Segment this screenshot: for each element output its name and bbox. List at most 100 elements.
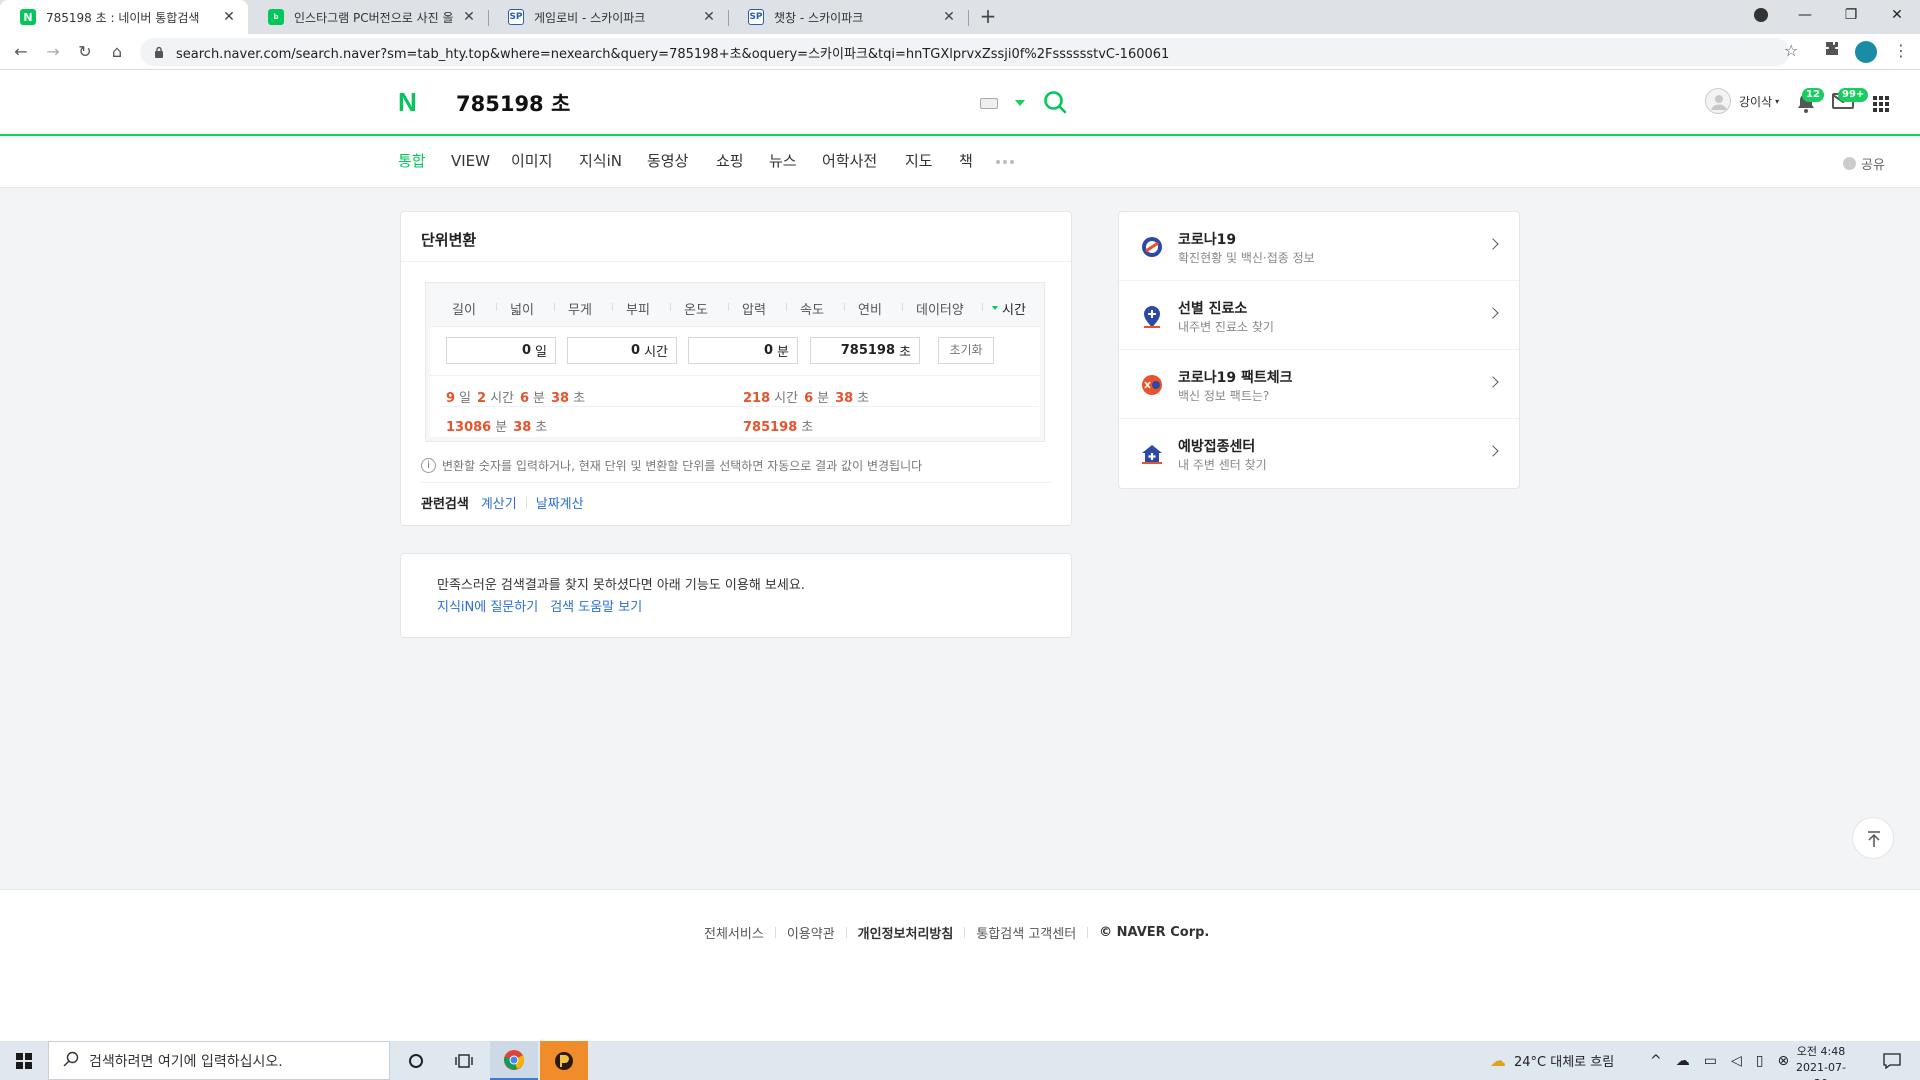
notification-center-icon[interactable] bbox=[1868, 1041, 1916, 1080]
unit-tab-area[interactable]: 넓이 bbox=[510, 299, 534, 318]
more-tabs-icon[interactable] bbox=[996, 160, 1014, 164]
back-to-top-button[interactable] bbox=[1852, 817, 1894, 859]
footer-support-link[interactable]: 통합검색 고객센터 bbox=[976, 923, 1076, 942]
close-tab-icon[interactable]: ✕ bbox=[460, 9, 478, 25]
tab-search-icon[interactable] bbox=[1738, 0, 1784, 30]
footer-all-services-link[interactable]: 전체서비스 bbox=[704, 923, 764, 942]
browser-profile-avatar[interactable] bbox=[1855, 41, 1877, 63]
keyboard-icon[interactable] bbox=[980, 98, 998, 109]
unit-tab-volume[interactable]: 부피 bbox=[626, 299, 650, 318]
forward-arrow-icon[interactable]: → bbox=[42, 41, 64, 63]
taskbar-clock[interactable]: 오전 4:48 2021-07-20 bbox=[1790, 1044, 1852, 1080]
onedrive-icon[interactable]: ☁ bbox=[1676, 1053, 1690, 1069]
reset-button[interactable]: 초기화 bbox=[938, 337, 994, 364]
tab-shopping[interactable]: 쇼핑 bbox=[716, 138, 744, 188]
chrome-taskbar-icon[interactable] bbox=[490, 1041, 538, 1080]
side-item-subtitle: 내 주변 센터 찾기 bbox=[1178, 458, 1267, 472]
new-tab-button[interactable]: + bbox=[976, 5, 1000, 29]
related-date-calc-link[interactable]: 날짜계산 bbox=[536, 493, 584, 512]
footer-terms-link[interactable]: 이용약관 bbox=[787, 923, 835, 942]
chevron-right-icon bbox=[1487, 238, 1499, 250]
autocomplete-toggle-icon[interactable] bbox=[1015, 100, 1025, 106]
hours-unit: 시간 bbox=[644, 345, 668, 360]
related-calculator-link[interactable]: 계산기 bbox=[481, 493, 517, 512]
user-menu[interactable]: 강이삭 ▾ bbox=[1705, 88, 1779, 114]
unit-tab-temperature[interactable]: 온도 bbox=[684, 299, 708, 318]
close-window-icon[interactable]: ✕ bbox=[1874, 0, 1920, 30]
clock-date: 2021-07-20 bbox=[1796, 1061, 1846, 1080]
weather-widget[interactable]: ☁ 24°C 대체로 흐림 bbox=[1490, 1041, 1614, 1080]
tab-map[interactable]: 지도 bbox=[905, 138, 933, 188]
address-bar[interactable]: search.naver.com/search.naver?sm=tab_hty… bbox=[140, 38, 1790, 66]
bookmark-star-icon[interactable]: ☆ bbox=[1784, 41, 1798, 60]
search-icon[interactable] bbox=[1043, 90, 1067, 114]
game-app-taskbar-icon[interactable] bbox=[540, 1041, 588, 1080]
tab-images[interactable]: 이미지 bbox=[511, 138, 552, 188]
converter-box: 길이 넓이 무게 부피 온도 압력 속도 연비 데이터양 시간 0 일 0 시간… bbox=[425, 282, 1045, 442]
network-icon[interactable]: ▭ bbox=[1704, 1053, 1717, 1069]
extensions-puzzle-icon[interactable] bbox=[1824, 41, 1840, 61]
unit-tab-pressure[interactable]: 압력 bbox=[742, 299, 766, 318]
clinic-pin-icon bbox=[1141, 305, 1163, 328]
unit-tab-length[interactable]: 길이 bbox=[452, 299, 476, 318]
unit-tab-data[interactable]: 데이터양 bbox=[916, 299, 964, 318]
search-help-link[interactable]: 검색 도움말 보기 bbox=[550, 596, 642, 615]
taskbar-search-box[interactable]: 검색하려면 여기에 입력하십시오. bbox=[48, 1041, 390, 1080]
browser-tab-game-lobby[interactable]: SP 게임로비 - 스카이파크 ✕ bbox=[488, 0, 728, 34]
browser-tab-chat[interactable]: SP 챗창 - 스카이파크 ✕ bbox=[728, 0, 968, 34]
unit-tab-fuel-efficiency[interactable]: 연비 bbox=[858, 299, 882, 318]
tab-news[interactable]: 뉴스 bbox=[769, 138, 797, 188]
side-item-subtitle: 백신 정보 팩트는? bbox=[1178, 389, 1270, 403]
chevron-right-icon bbox=[1487, 307, 1499, 319]
tab-view[interactable]: VIEW bbox=[451, 138, 490, 188]
unit-tab-time[interactable]: 시간 bbox=[992, 299, 1026, 318]
hours-input[interactable]: 0 시간 bbox=[567, 337, 677, 364]
tab-integrated[interactable]: 통합 bbox=[398, 138, 426, 188]
unit-divider bbox=[496, 303, 497, 311]
tab-knowledge-in[interactable]: 지식iN bbox=[579, 138, 622, 188]
result-num: 13086 bbox=[446, 420, 492, 435]
tab-title: 챗창 - 스카이파크 bbox=[774, 10, 864, 25]
naver-logo[interactable]: N bbox=[398, 89, 422, 115]
tab-books[interactable]: 책 bbox=[959, 138, 973, 188]
footer-privacy-link[interactable]: 개인정보처리방침 bbox=[858, 923, 954, 942]
system-tray: ^ ☁ ▭ ◁ ▯ ⊗ bbox=[1650, 1041, 1789, 1080]
browser-tab-blog[interactable]: b 인스타그램 PC버전으로 사진 올 ✕ bbox=[248, 0, 488, 34]
side-item-factcheck[interactable]: 코로나19 팩트체크 백신 정보 팩트는? bbox=[1119, 350, 1519, 419]
apps-grid-icon[interactable] bbox=[1873, 96, 1889, 112]
side-item-title: 선별 진료소 bbox=[1178, 301, 1248, 317]
factcheck-icon bbox=[1141, 374, 1163, 396]
side-item-covid19[interactable]: 코로나19 확진현황 및 백신·접종 정보 bbox=[1119, 212, 1519, 281]
close-tab-icon[interactable]: ✕ bbox=[700, 9, 718, 25]
restore-icon[interactable]: ❐ bbox=[1828, 0, 1874, 30]
windows-start-icon[interactable] bbox=[16, 1053, 32, 1069]
minimize-icon[interactable]: — bbox=[1782, 0, 1828, 30]
minutes-input[interactable]: 0 분 bbox=[688, 337, 798, 364]
tab-dictionary[interactable]: 어학사전 bbox=[822, 138, 877, 188]
reload-icon[interactable]: ↻ bbox=[74, 41, 96, 63]
show-hidden-icons-icon[interactable]: ^ bbox=[1650, 1053, 1662, 1069]
volume-icon[interactable]: ◁ bbox=[1731, 1053, 1742, 1069]
close-tab-icon[interactable]: ✕ bbox=[220, 9, 238, 25]
side-item-vaccination-center[interactable]: 예방접종센터 내 주변 센터 찾기 bbox=[1119, 419, 1519, 488]
info-icon: i bbox=[421, 458, 436, 473]
seconds-input[interactable]: 785198 초 bbox=[810, 337, 920, 364]
home-icon[interactable]: ⌂ bbox=[106, 41, 128, 63]
days-input[interactable]: 0 일 bbox=[446, 337, 556, 364]
browser-menu-icon[interactable]: ⋮ bbox=[1893, 41, 1909, 60]
unit-tab-weight[interactable]: 무게 bbox=[568, 299, 592, 318]
task-view-icon[interactable] bbox=[440, 1041, 488, 1080]
search-query-input[interactable]: 785198 초 bbox=[456, 88, 570, 118]
browser-tab-naver-search[interactable]: N 785198 초 : 네이버 통합검색 ✕ bbox=[0, 0, 248, 34]
ime-icon[interactable]: ⊗ bbox=[1777, 1053, 1789, 1069]
side-item-title: 코로나19 bbox=[1178, 232, 1237, 248]
share-button[interactable]: 공유 bbox=[1843, 154, 1885, 173]
ask-knowledge-in-link[interactable]: 지식iN에 질문하기 bbox=[437, 596, 538, 615]
unit-tab-speed[interactable]: 속도 bbox=[800, 299, 824, 318]
side-item-screening-clinic[interactable]: 선별 진료소 내주변 진료소 찾기 bbox=[1119, 281, 1519, 350]
tab-video[interactable]: 동영상 bbox=[647, 138, 688, 188]
battery-icon[interactable]: ▯ bbox=[1756, 1053, 1764, 1069]
close-tab-icon[interactable]: ✕ bbox=[940, 9, 958, 25]
back-arrow-icon[interactable]: ← bbox=[10, 41, 32, 63]
cortana-icon[interactable] bbox=[392, 1041, 440, 1080]
